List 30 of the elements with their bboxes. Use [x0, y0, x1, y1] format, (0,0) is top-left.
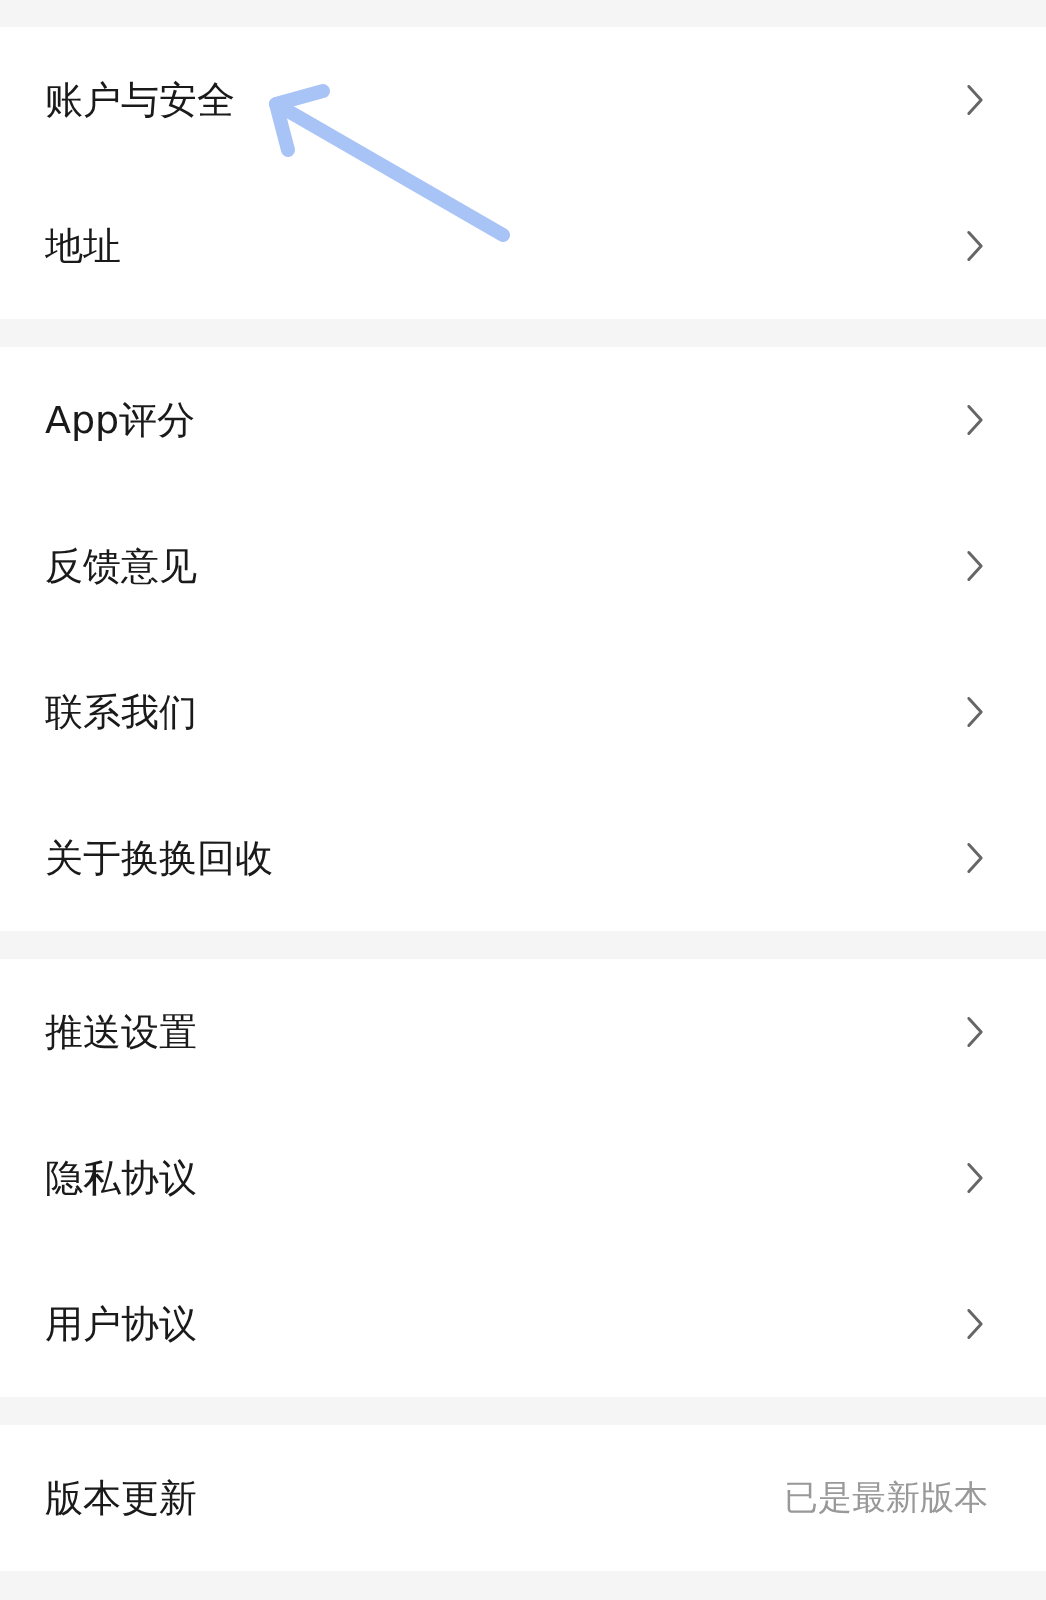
settings-row[interactable]: 反馈意见 — [0, 493, 1046, 639]
row-label: 版本更新 — [45, 1474, 197, 1522]
row-label: App评分 — [45, 396, 196, 444]
row-value: 已是最新版本 — [784, 1476, 988, 1519]
chevron-right-icon — [966, 84, 984, 116]
settings-row[interactable]: App评分 — [0, 347, 1046, 493]
chevron-right-icon — [966, 230, 984, 262]
settings-row[interactable]: 账户与安全 — [0, 27, 1046, 173]
chevron-right-icon — [966, 404, 984, 436]
row-label: 地址 — [45, 222, 121, 270]
settings-row[interactable]: 地址 — [0, 173, 1046, 319]
chevron-right-icon — [966, 1162, 984, 1194]
settings-row[interactable]: 隐私协议 — [0, 1105, 1046, 1251]
row-label: 账户与安全 — [45, 76, 235, 124]
chevron-right-icon — [966, 1016, 984, 1048]
row-label: 联系我们 — [45, 688, 197, 736]
chevron-right-icon — [966, 842, 984, 874]
row-label: 关于换换回收 — [45, 834, 273, 882]
settings-row[interactable]: 推送设置 — [0, 959, 1046, 1105]
row-label: 隐私协议 — [45, 1154, 197, 1202]
chevron-right-icon — [966, 696, 984, 728]
settings-row[interactable]: 联系我们 — [0, 639, 1046, 785]
chevron-right-icon — [966, 550, 984, 582]
row-label: 用户协议 — [45, 1300, 197, 1348]
settings-row[interactable]: 关于换换回收 — [0, 785, 1046, 931]
settings-row[interactable]: 用户协议 — [0, 1251, 1046, 1397]
row-label: 反馈意见 — [45, 542, 197, 590]
chevron-right-icon — [966, 1308, 984, 1340]
settings-row[interactable]: 版本更新 已是最新版本 — [0, 1425, 1046, 1571]
row-label: 推送设置 — [45, 1008, 197, 1056]
